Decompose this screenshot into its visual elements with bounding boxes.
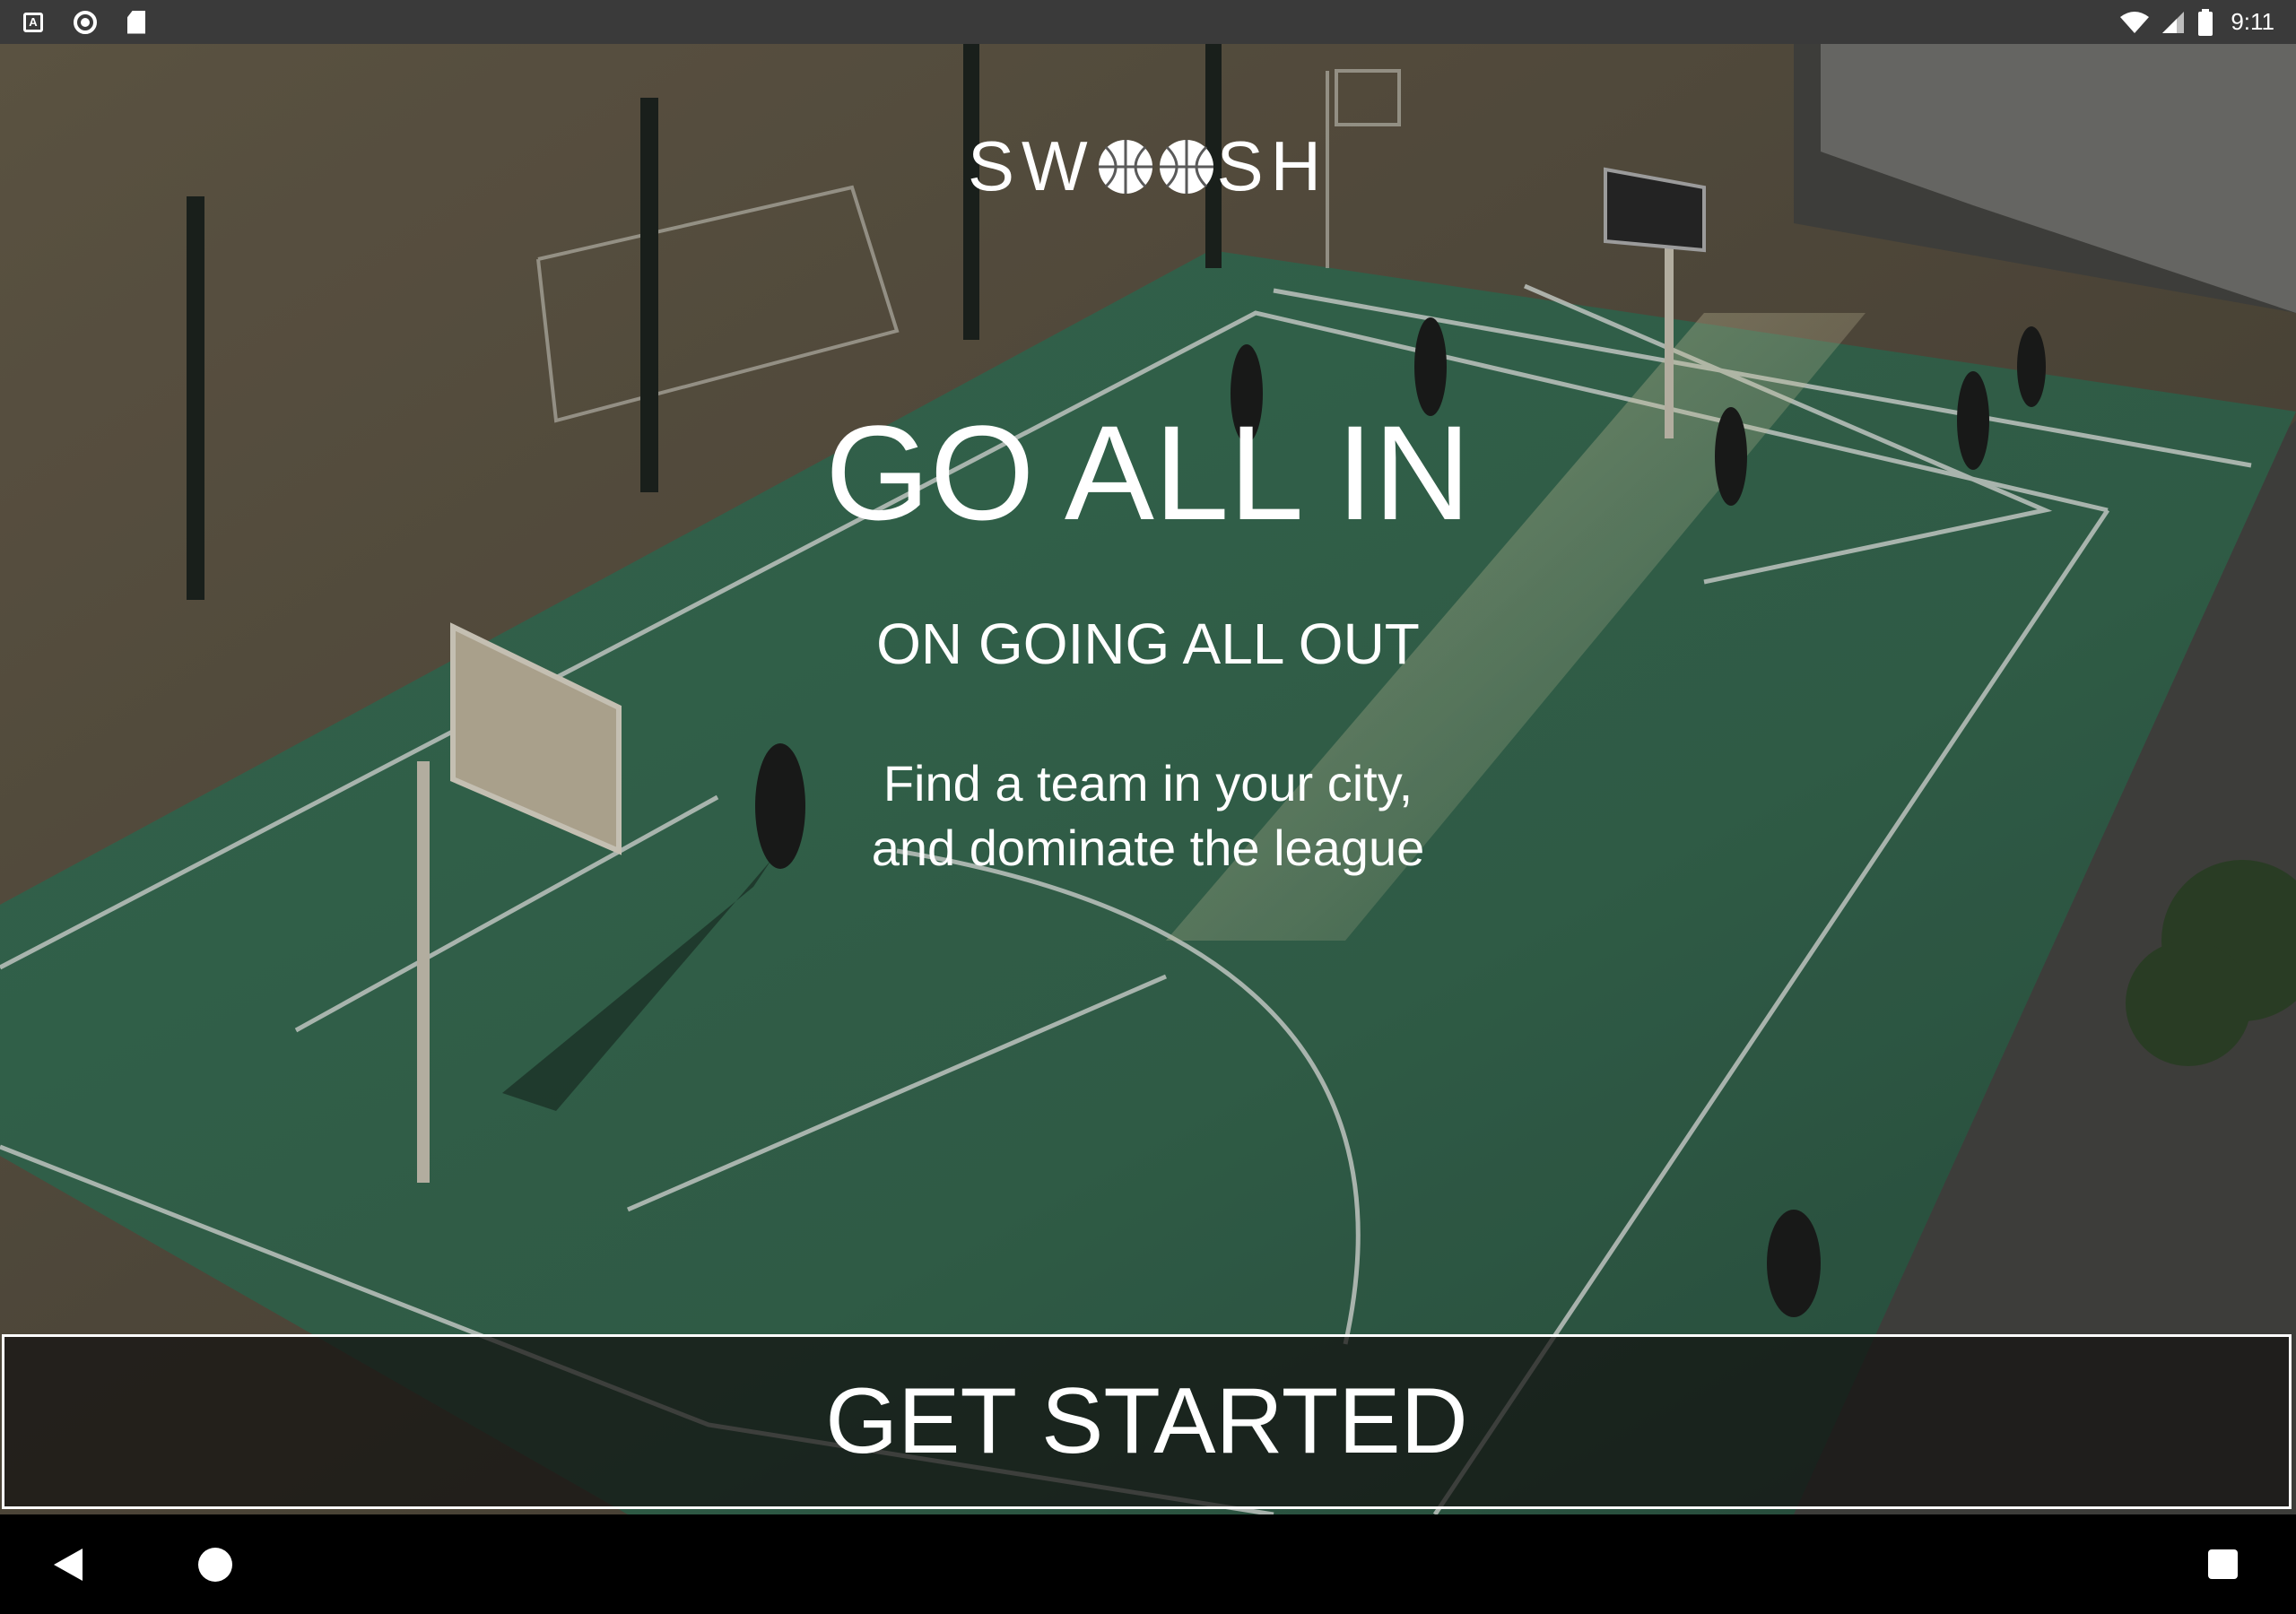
headline: GO ALL IN: [825, 397, 1471, 548]
navigation-bar: [0, 1514, 2296, 1614]
text-format-icon: A: [23, 12, 43, 32]
tagline: Find a team in your city, and dominate t…: [0, 751, 2296, 881]
basketball-icon: [1098, 139, 1152, 194]
swoosh-logo: SW SH: [0, 126, 2296, 207]
signal-icon: [2162, 11, 2185, 33]
tagline-line-2: and dominate the league: [871, 820, 1425, 876]
recents-icon[interactable]: [2208, 1549, 2238, 1579]
status-bar-left: A: [23, 10, 145, 34]
status-bar-right: 9:11: [2119, 8, 2274, 36]
basketball-icon: [1159, 139, 1213, 194]
status-time: 9:11: [2231, 8, 2274, 35]
welcome-screen: A 9:11 SW SH GO ALL IN ON GOING ALL OUT …: [0, 0, 2296, 1614]
sub-headline: ON GOING ALL OUT: [876, 612, 1420, 676]
logo-text-start: SW: [967, 126, 1095, 205]
logo-text-end: SH: [1216, 126, 1328, 205]
battery-icon: [2198, 8, 2213, 36]
get-started-button[interactable]: GET STARTED: [2, 1334, 2292, 1509]
home-icon[interactable]: [198, 1548, 232, 1582]
wifi-icon: [2120, 11, 2150, 33]
tagline-line-1: Find a team in your city,: [883, 755, 1413, 811]
sync-circle-icon: [74, 10, 97, 34]
sd-card-icon: [127, 10, 145, 34]
status-bar: A 9:11: [0, 0, 2296, 44]
back-icon[interactable]: [54, 1549, 83, 1581]
